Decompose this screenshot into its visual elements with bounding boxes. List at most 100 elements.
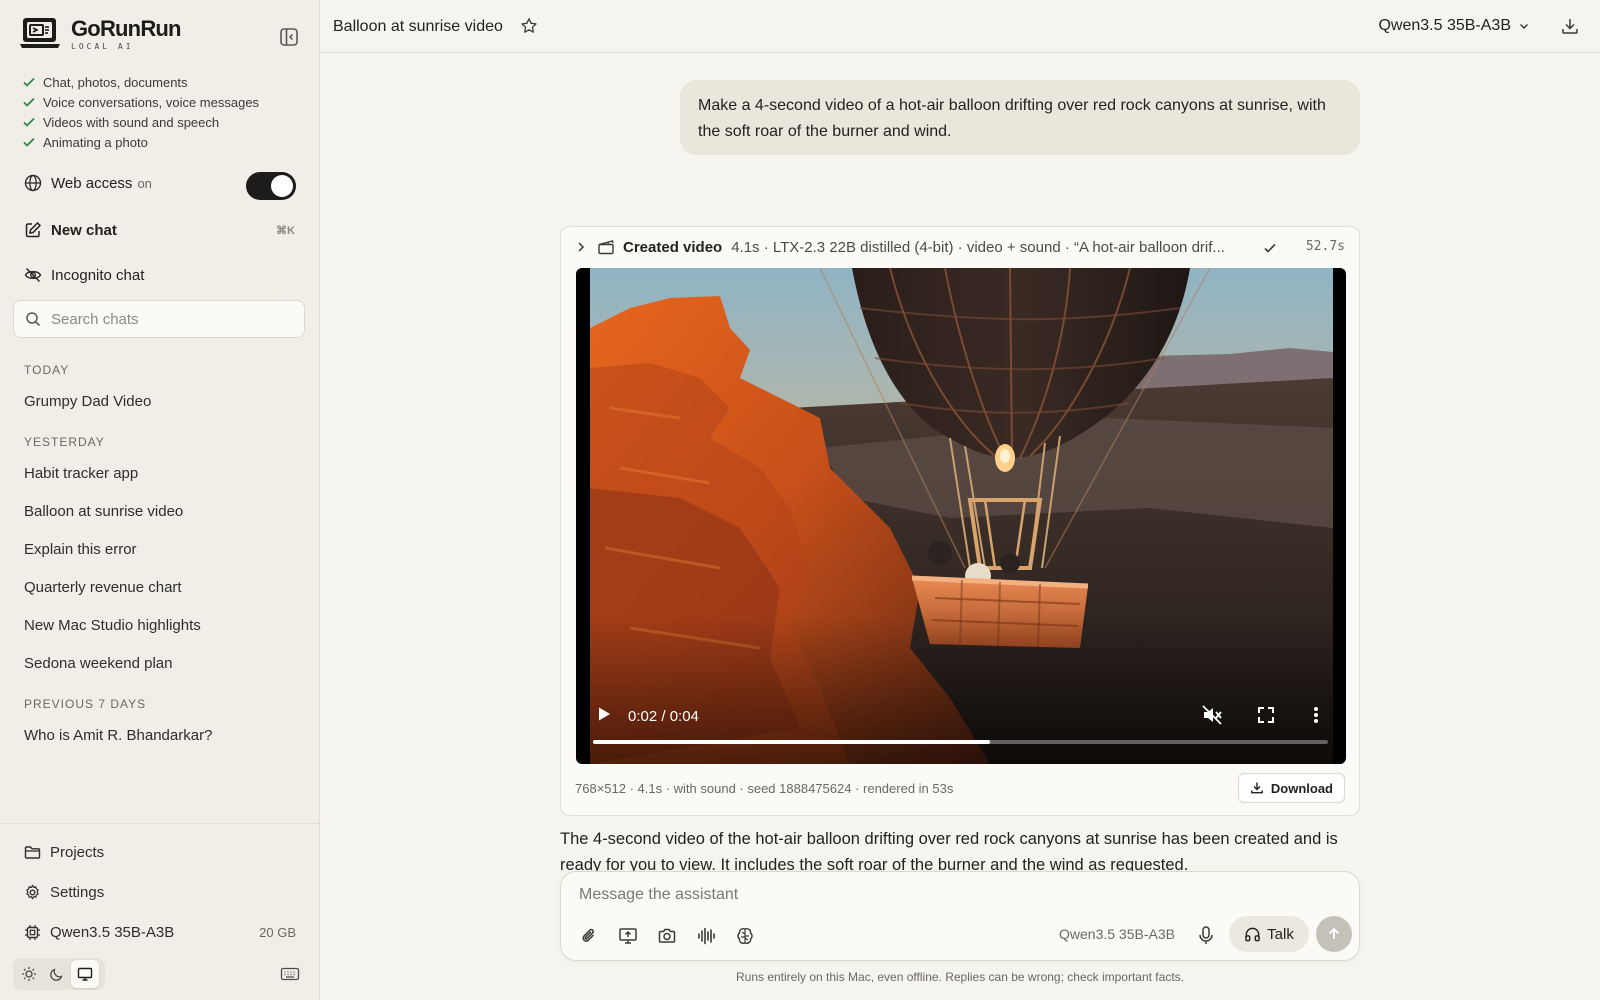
monitor-icon [77,967,93,981]
model-info-button[interactable]: Qwen3.5 35B-A3B 20 GB [24,924,296,941]
web-access-state: on [137,175,152,191]
talk-button[interactable]: Talk [1229,916,1309,952]
feature-item: Animating a photo [22,132,259,152]
chevron-right-icon[interactable] [575,241,587,253]
chat-item[interactable]: New Mac Studio highlights [24,617,201,634]
chat-item[interactable]: Who is Amit R. Bhandarkar? [24,727,212,744]
talk-button-label: Talk [1267,925,1294,943]
feature-item: Videos with sound and speech [22,112,259,132]
star-icon[interactable] [520,17,538,35]
brain-icon[interactable] [735,926,755,946]
download-button-label: Download [1270,780,1333,796]
more-vertical-icon[interactable] [1309,705,1323,725]
model-size: 20 GB [259,925,296,940]
theme-dark-button[interactable] [43,960,71,988]
search-box [13,300,305,338]
user-message: Make a 4-second video of a hot-air ballo… [680,80,1360,155]
folder-icon [24,846,41,859]
download-button[interactable]: Download [1237,773,1345,803]
fullscreen-icon[interactable] [1256,705,1276,725]
video-time: 0:02 / 0:04 [628,708,699,725]
moon-icon [50,968,63,981]
new-chat-label: New chat [51,221,117,239]
feature-item: Voice conversations, voice messages [22,92,259,112]
search-icon [26,312,41,327]
tool-card-header[interactable]: Created video 4.1s · LTX-2.3 22B distill… [561,227,1359,267]
chat-title[interactable]: Balloon at sunrise video [333,18,503,36]
theme-light-button[interactable] [15,960,43,988]
sidebar-collapse-icon[interactable] [278,26,300,48]
tool-card-title: Created video [623,238,723,256]
video-progress-fill [593,740,990,744]
globe-icon [24,174,42,192]
tool-card-meta: 4.1s · LTX-2.3 22B distilled (4-bit) · v… [731,238,1225,256]
gear-icon [26,884,39,900]
download-icon [1250,782,1263,794]
feature-label: Animating a photo [43,134,148,150]
disclaimer-text: Runs entirely on this Mac, even offline.… [735,970,1184,984]
theme-system-button[interactable] [71,960,99,988]
chevron-down-icon [1520,24,1528,29]
sun-icon [22,967,36,981]
section-label-yesterday: YESTERDAY [24,435,105,449]
video-seek-bar[interactable] [593,740,1328,744]
feature-list: Chat, photos, documents Voice conversati… [22,72,259,152]
chat-item[interactable]: Explain this error [24,541,137,558]
chat-item-active[interactable]: Balloon at sunrise video [24,503,183,520]
search-input[interactable] [51,310,291,328]
incognito-chat-button[interactable]: Incognito chat [24,266,295,284]
model-selector[interactable]: Qwen3.5 35B-A3B [1378,17,1530,35]
headphones-icon [1245,927,1260,941]
microphone-icon[interactable] [1197,925,1215,945]
chat-item[interactable]: Quarterly revenue chart [24,579,182,596]
chat-item[interactable]: Grumpy Dad Video [24,393,151,410]
volume-muted-icon[interactable] [1201,704,1223,726]
laptop-logo-icon [20,18,60,48]
play-icon[interactable] [596,706,612,722]
send-button[interactable] [1316,916,1352,952]
clapperboard-icon [598,240,614,255]
feature-label: Videos with sound and speech [43,114,220,130]
keyboard-icon[interactable] [280,965,300,983]
chat-item[interactable]: Sedona weekend plan [24,655,172,672]
created-video-card: Created video 4.1s · LTX-2.3 22B distill… [560,226,1360,816]
theme-switcher [13,958,105,990]
incognito-chat-label: Incognito chat [51,266,145,284]
settings-label: Settings [50,884,105,901]
chip-icon [25,925,40,940]
settings-button[interactable]: Settings [24,884,296,901]
chat-item[interactable]: Habit tracker app [24,465,138,482]
eye-off-icon [24,267,42,283]
camera-icon[interactable] [657,926,677,946]
projects-label: Projects [50,844,105,861]
toggle-knob [271,175,293,197]
chat-header: Balloon at sunrise video Qwen3.5 35B-A3B [320,0,1600,53]
section-label-previous-7-days: PREVIOUS 7 DAYS [24,697,147,711]
model-name: Qwen3.5 35B-A3B [50,924,175,941]
waveform-icon[interactable] [696,926,716,946]
arrow-up-icon [1328,927,1340,939]
section-label-today: TODAY [24,363,70,377]
app-logo[interactable]: GoRunRun LOCAL AI [20,16,181,52]
download-icon[interactable] [1560,16,1580,36]
check-icon [23,117,35,127]
check-icon [23,77,35,87]
screen-share-icon[interactable] [618,926,638,946]
composer-model-label[interactable]: Qwen3.5 35B-A3B [1059,926,1175,942]
feature-label: Voice conversations, voice messages [43,94,260,110]
new-chat-button[interactable]: New chat ⌘K [24,221,295,239]
video-controls: 0:02 / 0:04 [576,684,1346,764]
elapsed-time: 52.7s [1305,239,1345,254]
paperclip-icon[interactable] [579,926,599,946]
web-access-row: Web access on [24,172,296,200]
video-player[interactable]: 0:02 / 0:04 [576,268,1346,764]
check-icon [23,97,35,107]
check-icon [23,137,35,147]
web-access-toggle[interactable] [246,172,296,200]
message-composer: Qwen3.5 35B-A3B Talk [560,871,1360,961]
video-details: 768×512 · 4.1s · with sound · seed 18884… [575,781,954,796]
sidebar: GoRunRun LOCAL AI Chat, photos, document… [0,0,320,1000]
message-input[interactable] [579,886,1179,904]
projects-button[interactable]: Projects [24,844,296,861]
app-name: GoRunRun [71,16,181,41]
